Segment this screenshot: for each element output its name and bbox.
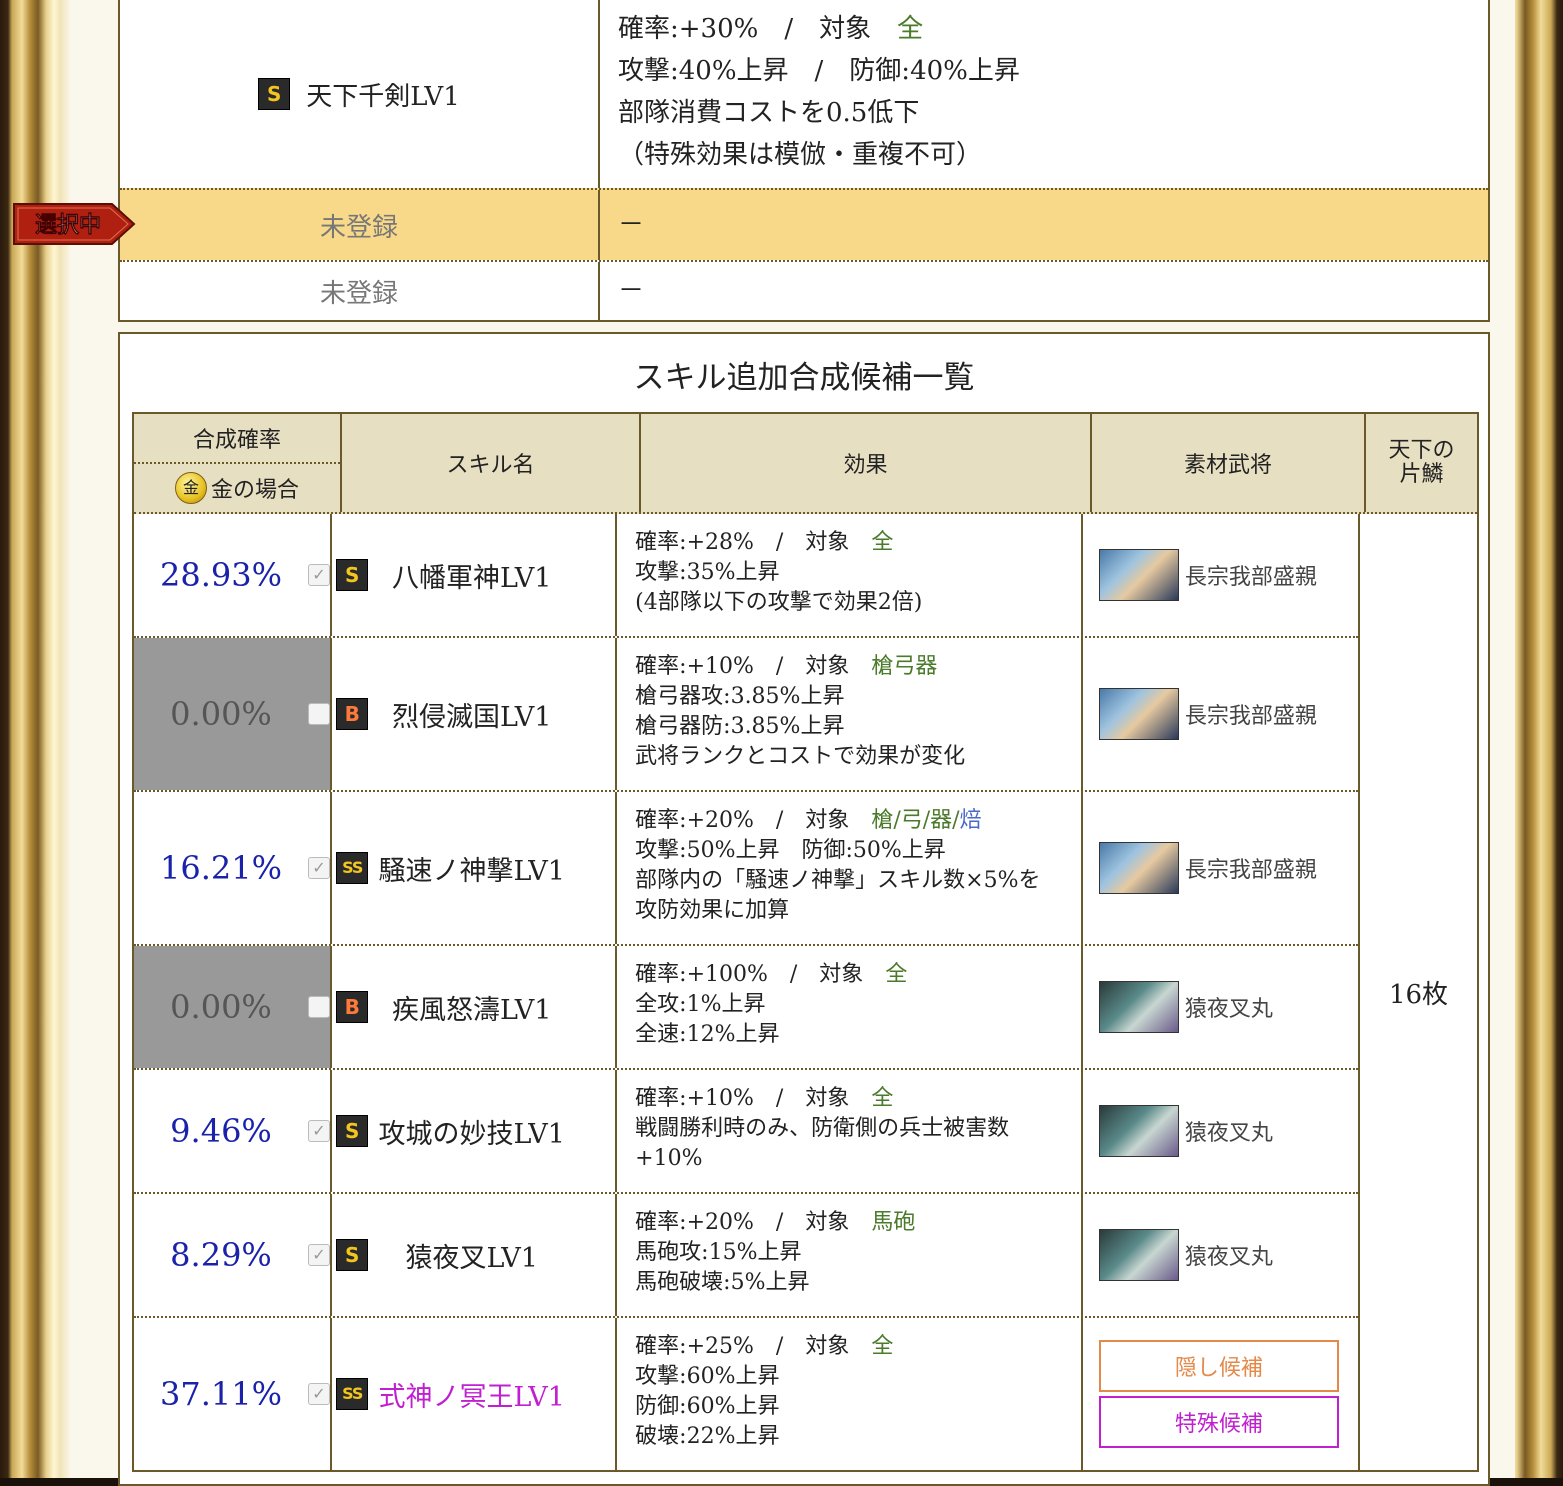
hidden-candidate-button[interactable]: 隠し候補	[1098, 1340, 1339, 1392]
registered-skill-row[interactable]: 未登録 －	[120, 260, 1488, 320]
rate-value: 0.00%	[170, 988, 272, 1026]
table-row: 0.00% B 疾風怒濤LV1 確率:+100% / 対象 全 全攻:1%上昇 …	[134, 946, 1358, 1070]
rank-s-icon: S	[258, 78, 291, 110]
registered-skill-row-selected[interactable]: 未登録 －	[120, 188, 1488, 260]
special-candidate-button[interactable]: 特殊候補	[1098, 1396, 1339, 1448]
skill-effect: 確率:+20% / 対象 槍/弓/器/焙 攻撃:50%上昇 防御:50%上昇 部…	[617, 792, 1083, 944]
selected-badge: 選択中	[13, 203, 136, 245]
material-general[interactable]: 猿夜叉丸	[1083, 1194, 1358, 1316]
skill-name: 騒速ノ神撃LV1	[378, 855, 565, 887]
material-general[interactable]: 猿夜叉丸	[1083, 1070, 1358, 1192]
header-tenka: 天下の 片鱗	[1388, 438, 1455, 487]
rate-checkbox[interactable]: ✓	[308, 1120, 330, 1142]
general-portrait	[1098, 1229, 1179, 1281]
candidate-table: 合成確率 金 金の場合 スキル名 効果 素材武将 天下の 片鱗 28.93% ✓…	[132, 412, 1479, 1472]
skill-name: 式神ノ冥王LV1	[378, 1381, 565, 1413]
candidate-panel: スキル追加合成候補一覧 合成確率 金 金の場合 スキル名 効果 素材武将 天下の…	[118, 332, 1490, 1486]
header-skill: スキル名	[342, 414, 641, 512]
rate-value: 8.29%	[170, 1236, 272, 1274]
rate-checkbox[interactable]	[308, 703, 330, 725]
rank-b-icon: B	[336, 698, 369, 730]
skill-effect: 確率:+25% / 対象 全 攻撃:60%上昇 防御:60%上昇 破壊:22%上…	[617, 1318, 1083, 1470]
rate-checkbox[interactable]	[308, 996, 330, 1018]
table-row: 37.11% ✓ SS 式神ノ冥王LV1 確率:+25% / 対象 全 攻撃:6…	[134, 1318, 1358, 1470]
rate-checkbox[interactable]: ✓	[308, 1244, 330, 1266]
skill-effect: 確率:+10% / 対象 槍弓器 槍弓器攻:3.85%上昇 槍弓器防:3.85%…	[617, 638, 1083, 790]
skill-name: 天下千剣LV1	[306, 81, 460, 112]
rate-value: 37.11%	[159, 1375, 282, 1413]
rate-value: 9.46%	[170, 1112, 272, 1150]
header-material: 素材武将	[1092, 414, 1366, 512]
rank-ss-icon: SS	[336, 1378, 369, 1410]
general-portrait	[1098, 981, 1179, 1033]
table-row: 28.93% ✓ S 八幡軍神LV1 確率:+28% / 対象 全 攻撃:35%…	[134, 514, 1358, 638]
gold-coin-icon: 金	[174, 472, 207, 504]
rate-checkbox[interactable]: ✓	[308, 857, 330, 879]
table-row: 16.21% ✓ SS 騒速ノ神撃LV1 確率:+20% / 対象 槍/弓/器/…	[134, 792, 1358, 946]
skill-name: 攻城の妙技LV1	[378, 1118, 565, 1150]
general-portrait	[1098, 842, 1179, 894]
rate-checkbox[interactable]: ✓	[308, 1383, 330, 1405]
skill-name: 烈侵滅国LV1	[391, 701, 552, 733]
rate-value: 16.21%	[159, 849, 282, 887]
general-portrait	[1098, 549, 1179, 601]
skill-name: 疾風怒濤LV1	[391, 994, 552, 1026]
general-portrait	[1098, 688, 1179, 740]
skill-name: 未登録	[120, 262, 600, 320]
table-row: 0.00% B 烈侵滅国LV1 確率:+10% / 対象 槍弓器 槍弓器攻:3.…	[134, 638, 1358, 792]
material-general[interactable]: 長宗我部盛親	[1083, 514, 1358, 636]
header-rate: 合成確率	[134, 414, 340, 464]
material-general[interactable]: 猿夜叉丸	[1083, 946, 1358, 1068]
registered-skill-row[interactable]: S 天下千剣LV1 確率:+30% / 対象 全 攻撃:40%上昇 / 防御:4…	[120, 0, 1488, 188]
rank-s-icon: S	[336, 559, 369, 591]
tenka-count: 16枚	[1358, 514, 1477, 1470]
rank-s-icon: S	[336, 1115, 369, 1147]
material-general[interactable]: 長宗我部盛親	[1083, 638, 1358, 790]
skill-name: 未登録	[120, 190, 600, 260]
rank-b-icon: B	[336, 991, 369, 1023]
skill-effect: －	[618, 276, 645, 306]
panel-title: スキル追加合成候補一覧	[633, 360, 975, 396]
rate-value: 0.00%	[170, 695, 272, 733]
rate-checkbox[interactable]: ✓	[308, 564, 330, 586]
skill-effect: －	[618, 210, 645, 240]
skill-effect: 確率:+100% / 対象 全 全攻:1%上昇 全速:12%上昇	[617, 946, 1083, 1068]
svg-text:選択中: 選択中	[35, 213, 101, 238]
registered-skills-table: S 天下千剣LV1 確率:+30% / 対象 全 攻撃:40%上昇 / 防御:4…	[118, 0, 1490, 322]
skill-name: 八幡軍神LV1	[391, 562, 552, 594]
skill-name: 猿夜叉LV1	[405, 1242, 538, 1274]
skill-effect: 確率:+10% / 対象 全 戦闘勝利時のみ、防衛側の兵士被害数 +10%	[617, 1070, 1083, 1192]
rank-s-icon: S	[336, 1239, 369, 1271]
material-general[interactable]: 長宗我部盛親	[1083, 792, 1358, 944]
general-portrait	[1098, 1105, 1179, 1157]
header-gold-case: 金の場合	[210, 478, 299, 503]
skill-effect: 確率:+30% / 対象 全 攻撃:40%上昇 / 防御:40%上昇 部隊消費コ…	[618, 14, 1020, 170]
header-effect: 効果	[641, 414, 1092, 512]
rank-ss-icon: SS	[336, 852, 369, 884]
skill-effect: 確率:+28% / 対象 全 攻撃:35%上昇 (4部隊以下の攻撃で効果2倍)	[617, 514, 1083, 636]
table-header: 合成確率 金 金の場合 スキル名 効果 素材武将 天下の 片鱗	[134, 414, 1477, 514]
skill-effect: 確率:+20% / 対象 馬砲 馬砲攻:15%上昇 馬砲破壊:5%上昇	[617, 1194, 1083, 1316]
rate-value: 28.93%	[159, 556, 282, 594]
table-row: 8.29% ✓ S 猿夜叉LV1 確率:+20% / 対象 馬砲 馬砲攻:15%…	[134, 1194, 1358, 1318]
table-row: 9.46% ✓ S 攻城の妙技LV1 確率:+10% / 対象 全 戦闘勝利時の…	[134, 1070, 1358, 1194]
